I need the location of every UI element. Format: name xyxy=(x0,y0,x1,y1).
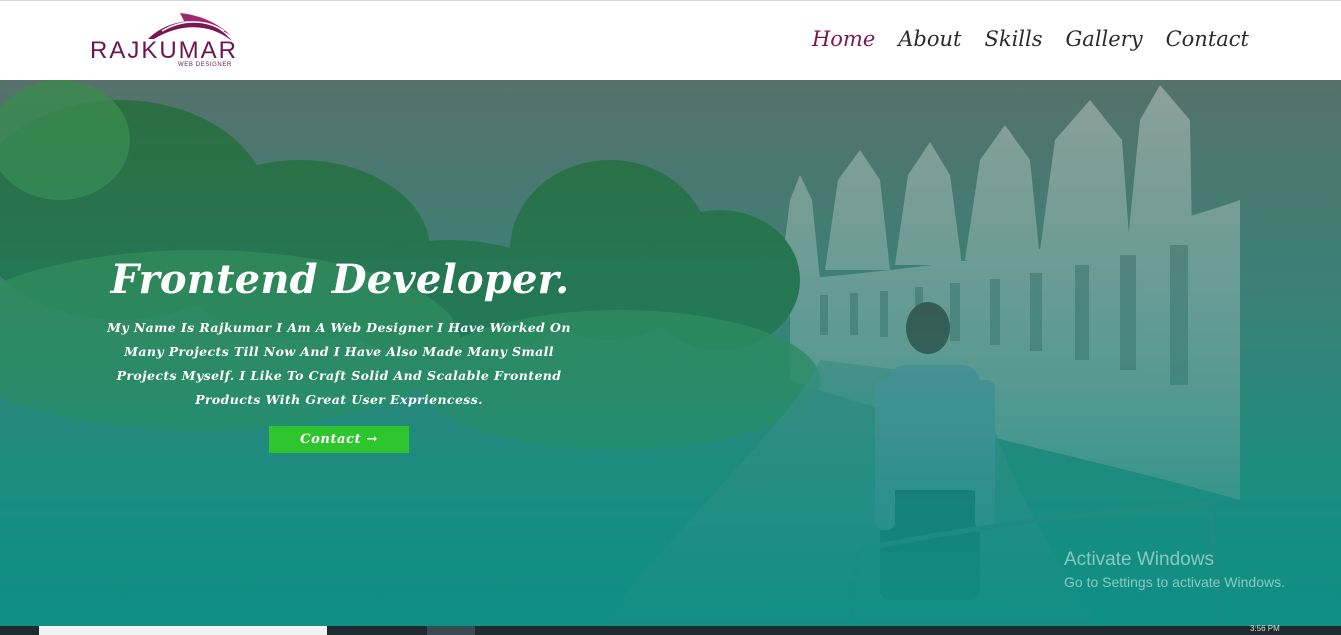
os-taskbar: 3:56 PM xyxy=(0,624,1341,635)
taskbar-app-icon[interactable] xyxy=(427,626,475,635)
taskbar-clock: 3:56 PM xyxy=(1250,624,1280,633)
main-nav: Home About Skills Gallery Contact xyxy=(812,27,1249,51)
brand-logo[interactable]: RAJKUMAR WEB DESIGNER xyxy=(90,9,240,73)
nav-item-skills[interactable]: Skills xyxy=(984,27,1042,51)
nav-item-home[interactable]: Home xyxy=(812,27,875,51)
site-header: RAJKUMAR WEB DESIGNER Home About Skills … xyxy=(0,0,1341,80)
hero-section: Frontend Developer. My Name Is Rajkumar … xyxy=(0,80,1341,626)
hero-title: Frontend Developer. xyxy=(110,256,570,303)
contact-button[interactable]: Contact → xyxy=(269,426,409,453)
nav-item-gallery[interactable]: Gallery xyxy=(1066,27,1143,51)
watermark-title: Activate Windows xyxy=(1064,549,1214,570)
hero-description: My Name Is Rajkumar I Am A Web Designer … xyxy=(107,320,571,407)
nav-item-about[interactable]: About xyxy=(898,27,961,51)
brand-tagline: WEB DESIGNER xyxy=(178,62,232,68)
nav-item-contact[interactable]: Contact xyxy=(1166,27,1249,51)
brand-name: RAJKUMAR xyxy=(90,37,239,64)
taskbar-search-box[interactable] xyxy=(39,626,327,635)
activate-windows-watermark: Activate Windows Go to Settings to activ… xyxy=(1064,549,1285,590)
watermark-subtitle: Go to Settings to activate Windows. xyxy=(1064,574,1285,590)
